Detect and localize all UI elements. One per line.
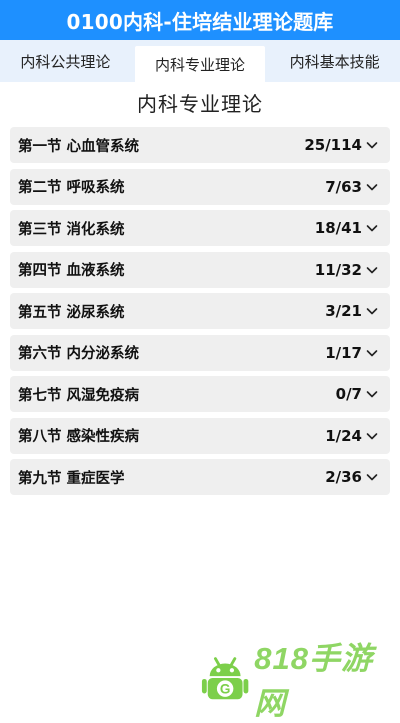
chapter-row[interactable]: 第三节 消化系统 18/41 bbox=[10, 210, 390, 246]
android-g-icon: G bbox=[201, 657, 249, 700]
chapter-label: 第一节 心血管系统 bbox=[18, 138, 140, 155]
chapter-label: 第七节 风湿免疫病 bbox=[18, 387, 140, 404]
chapter-row[interactable]: 第九节 重症医学 2/36 bbox=[10, 459, 390, 495]
chevron-down-icon bbox=[366, 308, 378, 315]
chapter-progress-count: 3/21 bbox=[325, 302, 362, 320]
chapter-progress-count: 2/36 bbox=[325, 468, 362, 486]
watermark-text: 818手游网 bbox=[254, 641, 373, 721]
chapter-row[interactable]: 第八节 感染性疾病 1/24 bbox=[10, 417, 390, 454]
chapter-progress-count: 1/24 bbox=[325, 426, 362, 445]
chapter-label: 第九节 重症医学 bbox=[18, 470, 125, 487]
tab-label: 内科公共理论 bbox=[20, 52, 111, 71]
tab-label: 内科专业理论 bbox=[155, 55, 246, 74]
chapter-row[interactable]: 第二节 呼吸系统 7/63 bbox=[10, 168, 390, 205]
chapter-label: 第四节 血液系统 bbox=[18, 263, 125, 279]
tab-bar: 内科公共理论 内科专业理论 内科基本技能 bbox=[0, 40, 400, 82]
chapter-progress-count: 7/63 bbox=[325, 177, 362, 196]
chevron-down-icon bbox=[366, 391, 378, 398]
section-heading: 内科专业理论 bbox=[137, 92, 263, 116]
chapter-progress-count: 1/17 bbox=[325, 343, 362, 362]
page-title: 0100内科-住培结业理论题库 bbox=[66, 9, 334, 34]
chapter-label: 第三节 消化系统 bbox=[18, 221, 125, 238]
chapter-progress-count: 11/32 bbox=[314, 260, 362, 279]
app-header: 0100内科-住培结业理论题库 bbox=[0, 0, 400, 40]
chapter-row[interactable]: 第六节 内分泌系统 1/17 bbox=[10, 334, 390, 371]
chapter-label: 第二节 呼吸系统 bbox=[18, 180, 125, 196]
chevron-down-icon bbox=[366, 349, 378, 356]
watermark: G 818手游网 bbox=[200, 641, 400, 721]
chapter-list: 第一节 心血管系统 25/114 第二节 呼吸系统 7/63 第三节 消化系统 18/41… bbox=[10, 127, 390, 501]
tab-public-theory[interactable]: 内科公共理论 bbox=[0, 40, 131, 82]
chevron-down-icon bbox=[366, 266, 378, 273]
chapter-row[interactable]: 第五节 泌尿系统 3/21 bbox=[10, 293, 390, 329]
chapter-row[interactable]: 第一节 心血管系统 25/114 bbox=[10, 127, 390, 163]
chevron-down-icon bbox=[366, 142, 378, 149]
chapter-row[interactable]: 第四节 血液系统 11/32 bbox=[10, 251, 390, 288]
chapter-label: 第五节 泌尿系统 bbox=[18, 304, 125, 321]
chevron-down-icon bbox=[366, 474, 378, 481]
chapter-progress-count: 25/114 bbox=[304, 136, 362, 154]
chapter-row[interactable]: 第七节 风湿免疫病 0/7 bbox=[10, 376, 390, 412]
chevron-down-icon bbox=[366, 432, 378, 439]
chapter-progress-count: 18/41 bbox=[314, 219, 362, 237]
tab-specialty-theory[interactable]: 内科专业理论 bbox=[134, 46, 266, 82]
chapter-label: 第八节 感染性疾病 bbox=[18, 429, 140, 445]
chevron-down-icon bbox=[366, 183, 378, 190]
chapter-label: 第六节 内分泌系统 bbox=[18, 346, 140, 362]
tab-basic-skills[interactable]: 内科基本技能 bbox=[269, 40, 400, 82]
tab-label: 内科基本技能 bbox=[289, 52, 380, 71]
chevron-down-icon bbox=[366, 225, 378, 232]
chapter-progress-count: 0/7 bbox=[335, 385, 362, 403]
watermark-logo-letter: G bbox=[220, 681, 231, 696]
